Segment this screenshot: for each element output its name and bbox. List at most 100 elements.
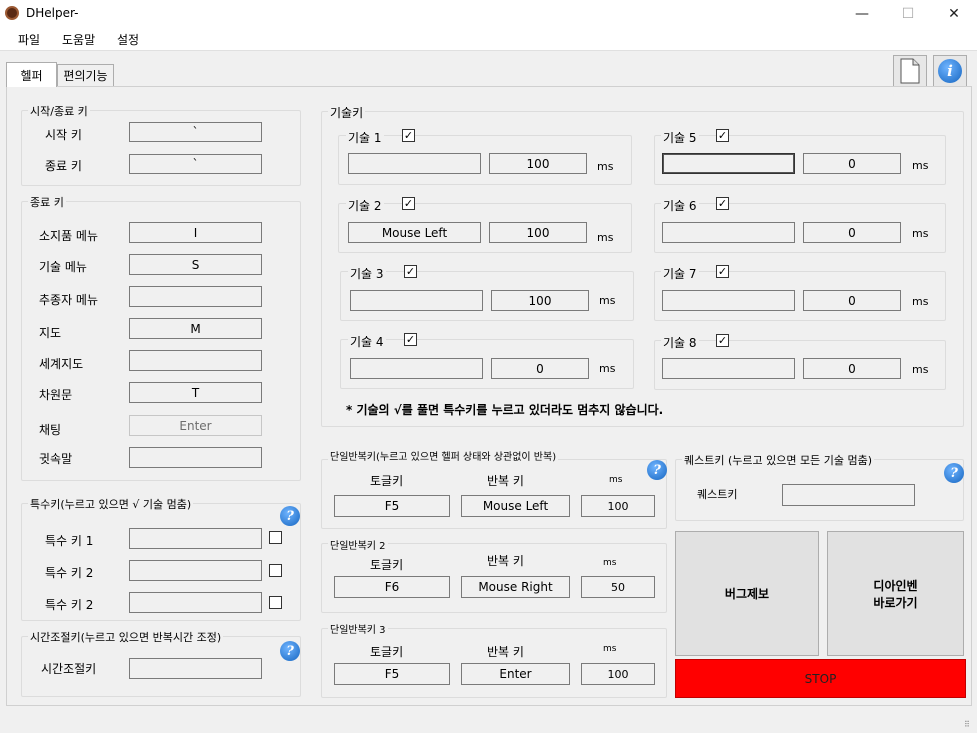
start-key-label: 시작 키 <box>45 128 82 142</box>
stop-button[interactable]: STOP <box>675 659 966 698</box>
skill-2-checkbox[interactable]: ✓ <box>402 197 415 210</box>
title-bar: DHelper- — ☐ ✕ <box>0 0 977 28</box>
resize-grip-icon[interactable]: ⠿ <box>964 720 974 730</box>
special-key-label: 특수 키 2 <box>45 598 94 612</box>
start-end-group-title: 시작/종료 키 <box>28 103 90 119</box>
special-key-label: 특수 키 1 <box>45 534 94 548</box>
skill-8-delay-input[interactable]: 0 <box>803 358 901 379</box>
time-adjust-help-icon[interactable]: ? <box>280 641 300 661</box>
quest-key-input[interactable] <box>782 484 915 506</box>
repeat-1-toggle-label: 토글키 <box>370 474 404 488</box>
skill-8-key-input[interactable] <box>662 358 795 379</box>
skill-2-label: 기술 2 <box>346 197 384 214</box>
repeat-2-key-input[interactable]: Mouse Right <box>461 576 570 598</box>
skill-4-checkbox[interactable]: ✓ <box>404 333 417 346</box>
close-button[interactable]: ✕ <box>931 0 977 28</box>
new-document-button[interactable] <box>893 55 927 87</box>
repeat-2-ms-input[interactable]: 50 <box>581 576 655 598</box>
portal-key-input[interactable]: T <box>129 382 262 403</box>
repeat-2-ms-label: ms <box>603 558 617 568</box>
status-bar: ⠿ <box>0 706 977 733</box>
menu-help[interactable]: 도움말 <box>62 31 95 48</box>
skill-5-delay-input[interactable]: 0 <box>803 153 901 174</box>
skill-5-checkbox[interactable]: ✓ <box>716 129 729 142</box>
special-key-1-input[interactable] <box>129 528 262 549</box>
skill-1-key-input[interactable] <box>348 153 481 174</box>
repeat-2-toggle-input[interactable]: F6 <box>334 576 450 598</box>
skill-6-checkbox[interactable]: ✓ <box>716 197 729 210</box>
end-key-row-label: 세계지도 <box>39 357 84 371</box>
repeat-3-key-input[interactable]: Enter <box>461 663 570 685</box>
repeat-1-group <box>321 459 667 529</box>
skill-1-ms-label: ms <box>597 160 614 173</box>
end-key-row-label: 귓속말 <box>39 452 73 466</box>
skill-note: * 기술의 √를 풀면 특수키를 누르고 있더라도 멈추지 않습니다. <box>346 403 664 417</box>
repeat-1-help-icon[interactable]: ? <box>647 460 667 480</box>
world-map-key-input[interactable] <box>129 350 262 371</box>
skill-menu-key-input[interactable]: S <box>129 254 262 275</box>
bug-report-button[interactable]: 버그제보 <box>675 531 819 656</box>
dia-inven-shortcut-button[interactable]: 디아인벤 바로가기 <box>827 531 964 656</box>
end-key-row-label: 차원문 <box>39 388 73 402</box>
menu-bar <box>0 28 977 50</box>
special-key-label: 특수 키 2 <box>45 566 94 580</box>
info-button[interactable]: i <box>933 55 967 87</box>
menu-file[interactable]: 파일 <box>18 31 40 48</box>
special-key-3-checkbox[interactable] <box>269 596 282 609</box>
whisper-key-input[interactable] <box>129 447 262 468</box>
repeat-3-group-title: 단일반복키 3 <box>328 621 388 636</box>
end-key-label: 종료 키 <box>45 159 82 173</box>
skill-6-key-input[interactable] <box>662 222 795 243</box>
skill-1-delay-input[interactable]: 100 <box>489 153 587 174</box>
repeat-1-key-label: 반복 키 <box>487 474 524 488</box>
skill-1-checkbox[interactable]: ✓ <box>402 129 415 142</box>
skill-3-delay-input[interactable]: 100 <box>491 290 589 311</box>
end-key-input[interactable]: ` <box>129 154 262 174</box>
maximize-button[interactable]: ☐ <box>885 0 931 28</box>
inventory-key-input[interactable]: I <box>129 222 262 243</box>
skill-5-ms-label: ms <box>912 159 929 172</box>
repeat-3-toggle-input[interactable]: F5 <box>334 663 450 685</box>
skill-7-delay-input[interactable]: 0 <box>803 290 901 311</box>
shortcut-label-line2: 바로가기 <box>873 595 918 610</box>
skill-7-checkbox[interactable]: ✓ <box>716 265 729 278</box>
repeat-1-key-input[interactable]: Mouse Left <box>461 495 570 517</box>
special-key-2-input[interactable] <box>129 560 262 581</box>
chat-key-input[interactable]: Enter <box>129 415 262 436</box>
bug-report-label: 버그제보 <box>724 587 770 601</box>
skill-7-key-input[interactable] <box>662 290 795 311</box>
skill-5-label: 기술 5 <box>661 129 699 146</box>
skill-8-checkbox[interactable]: ✓ <box>716 334 729 347</box>
quest-key-label: 퀘스트키 <box>697 488 738 501</box>
app-icon <box>5 6 19 20</box>
skill-4-key-input[interactable] <box>350 358 483 379</box>
repeat-1-ms-input[interactable]: 100 <box>581 495 655 517</box>
skill-3-checkbox[interactable]: ✓ <box>404 265 417 278</box>
special-key-2-checkbox[interactable] <box>269 564 282 577</box>
skill-3-key-input[interactable] <box>350 290 483 311</box>
special-key-1-checkbox[interactable] <box>269 531 282 544</box>
time-adjust-group-title: 시간조절키(누르고 있으면 반복시간 조정) <box>28 629 224 645</box>
window-title: DHelper- <box>26 6 79 20</box>
special-key-3-input[interactable] <box>129 592 262 613</box>
minimize-button[interactable]: — <box>839 0 885 28</box>
skill-2-key-input[interactable]: Mouse Left <box>348 222 481 243</box>
skill-4-delay-input[interactable]: 0 <box>491 358 589 379</box>
menu-settings[interactable]: 설정 <box>117 31 139 48</box>
skill-5-key-input[interactable] <box>662 153 795 174</box>
skill-2-delay-input[interactable]: 100 <box>489 222 587 243</box>
special-keys-group-title: 특수키(누르고 있으면 √ 기술 멈춤) <box>28 496 194 512</box>
start-key-input[interactable]: ` <box>129 122 262 142</box>
skill-6-delay-input[interactable]: 0 <box>803 222 901 243</box>
repeat-3-ms-input[interactable]: 100 <box>581 663 655 685</box>
map-key-input[interactable]: M <box>129 318 262 339</box>
stop-label: STOP <box>804 671 837 686</box>
time-adjust-input[interactable] <box>129 658 262 679</box>
special-keys-help-icon[interactable]: ? <box>280 506 300 526</box>
follower-menu-key-input[interactable] <box>129 286 262 307</box>
quest-key-help-icon[interactable]: ? <box>944 463 964 483</box>
skill-keys-group-title: 기술키 <box>328 104 366 121</box>
repeat-1-toggle-input[interactable]: F5 <box>334 495 450 517</box>
tab-helper[interactable]: 헬퍼 <box>6 62 57 87</box>
tab-convenience[interactable]: 편의기능 <box>57 64 114 86</box>
